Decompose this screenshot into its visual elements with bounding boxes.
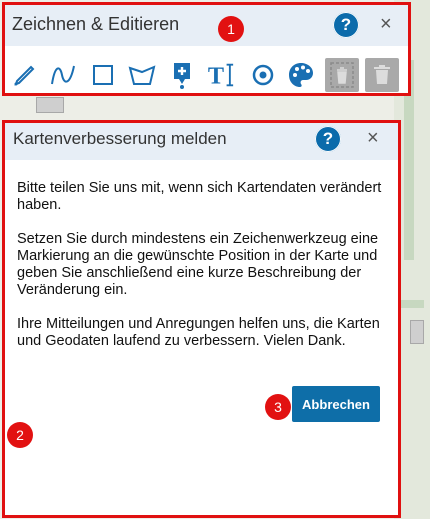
polygon-icon[interactable]: [128, 61, 156, 89]
marker-add-icon[interactable]: [168, 61, 196, 89]
annotation-badge-3: 3: [265, 394, 291, 420]
rectangle-icon[interactable]: [89, 61, 117, 89]
palette-icon[interactable]: [287, 61, 315, 89]
dialog-title: Kartenverbesserung melden: [13, 129, 227, 148]
dialog-paragraph: Setzen Sie durch mindestens ein Zeichenw…: [17, 231, 379, 298]
toolbar-help-button[interactable]: ?: [333, 12, 359, 38]
svg-text:T: T: [208, 62, 224, 89]
dialog-help-button[interactable]: ?: [315, 126, 341, 152]
draw-toolbar-panel: Zeichnen & Editieren ? × T: [3, 3, 408, 95]
toolbar-header: Zeichnen & Editieren ? ×: [3, 3, 408, 46]
annotation-badge-2: 2: [7, 422, 33, 448]
dialog-paragraph: Ihre Mitteilungen und Anregungen helfen …: [17, 316, 380, 349]
annotation-badge-1: 1: [218, 16, 244, 42]
circle-target-icon[interactable]: [249, 61, 277, 89]
dialog-body: Bitte teilen Sie uns mit, wenn sich Kart…: [17, 180, 392, 367]
cancel-button[interactable]: Abbrechen: [292, 386, 380, 422]
map-building: [410, 320, 424, 344]
text-tool-icon[interactable]: T: [207, 61, 235, 89]
dialog-header: Kartenverbesserung melden ? ×: [3, 120, 400, 160]
map-building: [36, 97, 64, 113]
freehand-curve-icon[interactable]: [49, 61, 77, 89]
dialog-close-button[interactable]: ×: [367, 128, 379, 148]
trash-icon[interactable]: [365, 58, 399, 92]
pencil-icon[interactable]: [11, 61, 39, 89]
delete-selected-icon[interactable]: [325, 58, 359, 92]
toolbar-close-button[interactable]: ×: [380, 14, 392, 34]
dialog-paragraph: Bitte teilen Sie uns mit, wenn sich Kart…: [17, 180, 382, 213]
map-road: [400, 300, 424, 308]
toolbar-title: Zeichnen & Editieren: [12, 14, 180, 34]
